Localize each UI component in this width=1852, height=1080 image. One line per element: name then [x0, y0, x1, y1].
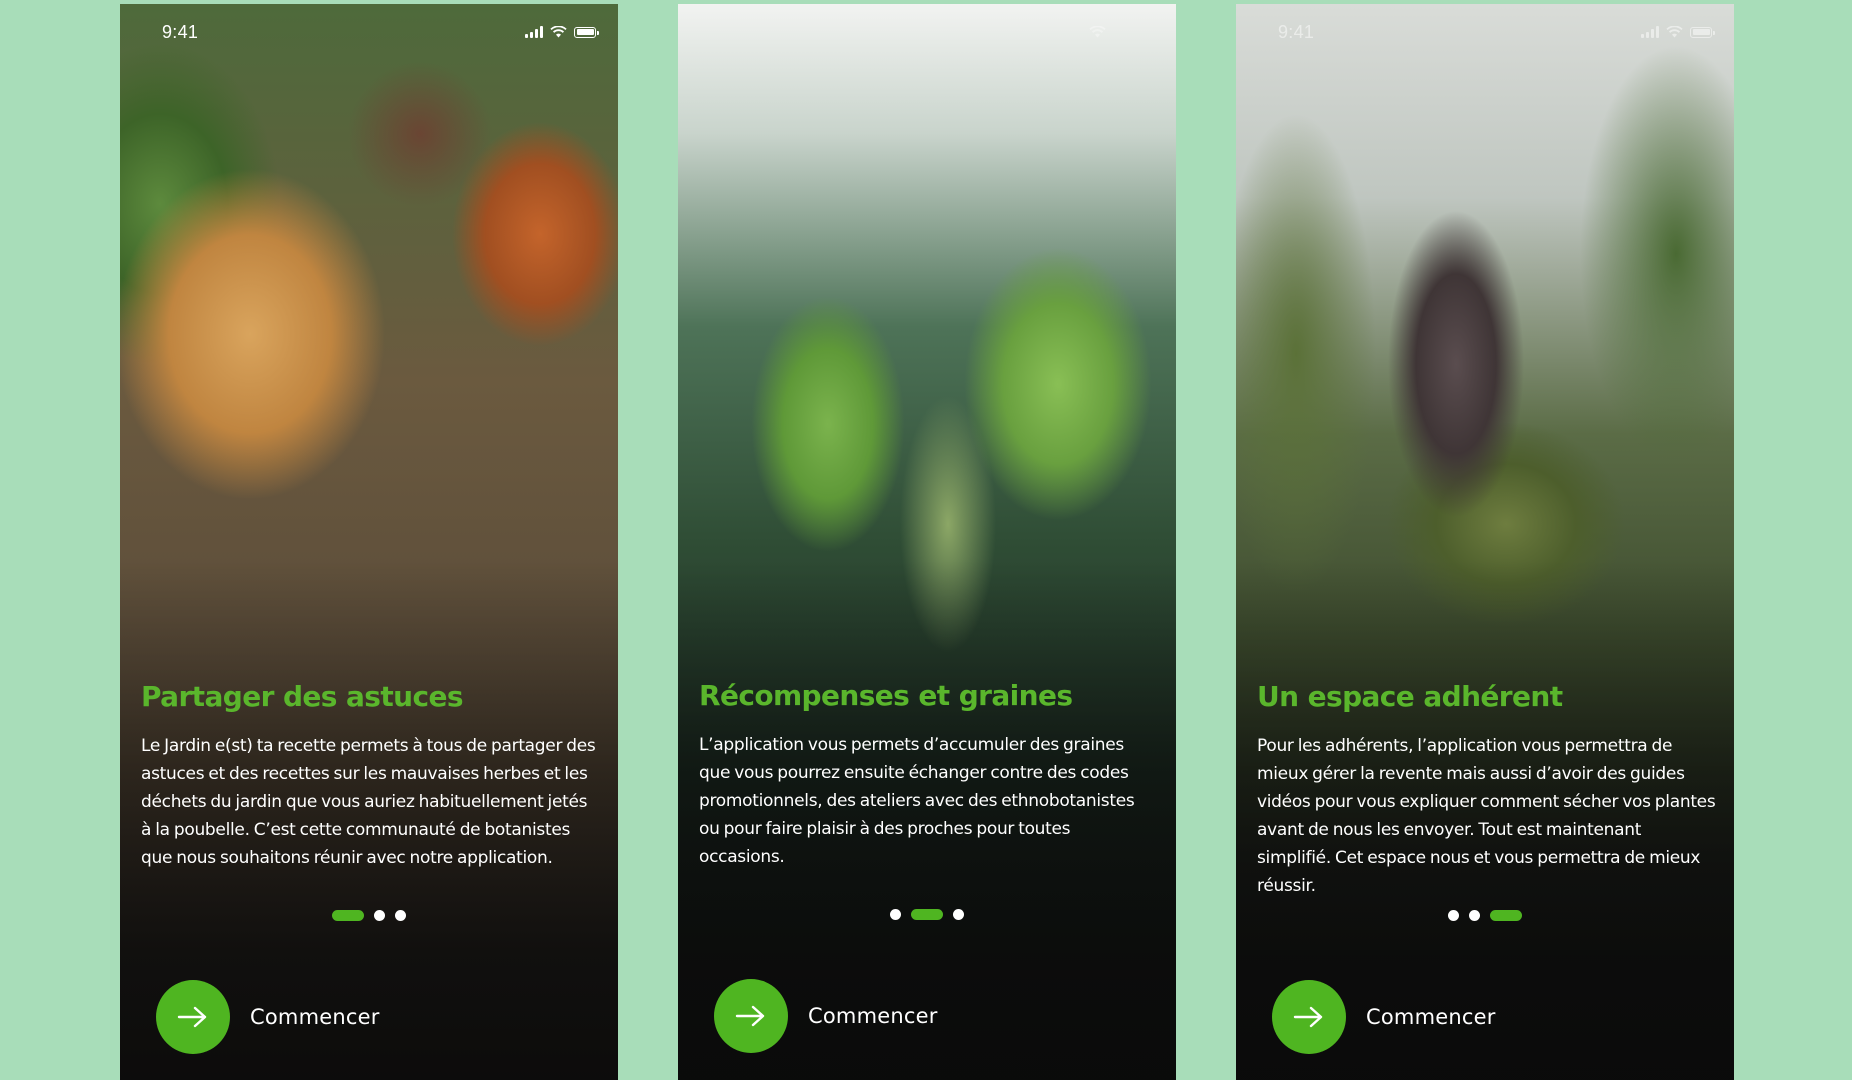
- onboarding-screen-3: 9:41 Un espace adhérent Pour les adhéren…: [1236, 4, 1734, 1080]
- page-dot[interactable]: [374, 910, 385, 921]
- screen-description: L’application vous permets d’accumuler d…: [699, 735, 1135, 867]
- start-button[interactable]: Commencer: [156, 980, 380, 1054]
- screen-description: Le Jardin e(st) ta recette permets à tou…: [141, 736, 596, 868]
- start-button-circle[interactable]: [156, 980, 230, 1054]
- status-bar: 9:41: [120, 22, 618, 46]
- wifi-icon: [1089, 26, 1106, 38]
- start-button-circle[interactable]: [714, 979, 788, 1053]
- status-icons: [525, 26, 599, 38]
- status-icons: [1089, 26, 1154, 38]
- wifi-icon: [1666, 26, 1683, 38]
- status-bar: 9:41: [1236, 22, 1734, 46]
- start-button-circle[interactable]: [1272, 980, 1346, 1054]
- page-dot[interactable]: [953, 909, 964, 920]
- status-bar: [678, 22, 1176, 46]
- battery-icon: [1690, 26, 1715, 38]
- screen-description: Pour les adhérents, l’application vous p…: [1257, 736, 1716, 896]
- onboarding-screen-1: 9:41 Partager des astuces Le Jardin e(st…: [120, 4, 618, 1080]
- arrow-right-icon: [735, 1005, 765, 1027]
- status-icons: [1641, 26, 1715, 38]
- signal-icon: [1641, 26, 1659, 38]
- screen-title: Un espace adhérent: [1257, 680, 1563, 713]
- start-button-label[interactable]: Commencer: [1366, 1005, 1496, 1029]
- page-dot[interactable]: [890, 909, 901, 920]
- signal-icon: [525, 26, 543, 38]
- wifi-icon: [550, 26, 567, 38]
- start-button-label[interactable]: Commencer: [808, 1004, 938, 1028]
- status-time: 9:41: [1278, 22, 1315, 42]
- page-dot-active[interactable]: [332, 910, 364, 921]
- page-dot[interactable]: [1469, 910, 1480, 921]
- battery-icon: [574, 26, 599, 38]
- start-button[interactable]: Commencer: [1272, 980, 1496, 1054]
- page-dot-active[interactable]: [1490, 910, 1522, 921]
- pagination-dots: [678, 909, 1176, 920]
- page-dot[interactable]: [1448, 910, 1459, 921]
- start-button[interactable]: Commencer: [714, 979, 938, 1053]
- status-time: 9:41: [162, 22, 199, 42]
- start-button-label[interactable]: Commencer: [250, 1005, 380, 1029]
- arrow-right-icon: [1293, 1006, 1323, 1028]
- screen-title: Récompenses et graines: [699, 679, 1073, 712]
- onboarding-screen-2: Récompenses et graines L’application vou…: [678, 4, 1176, 1080]
- page-dot-active[interactable]: [911, 909, 943, 920]
- pagination-dots: [120, 910, 618, 921]
- pagination-dots: [1236, 910, 1734, 921]
- screen-title: Partager des astuces: [141, 680, 464, 713]
- arrow-right-icon: [177, 1006, 207, 1028]
- page-dot[interactable]: [395, 910, 406, 921]
